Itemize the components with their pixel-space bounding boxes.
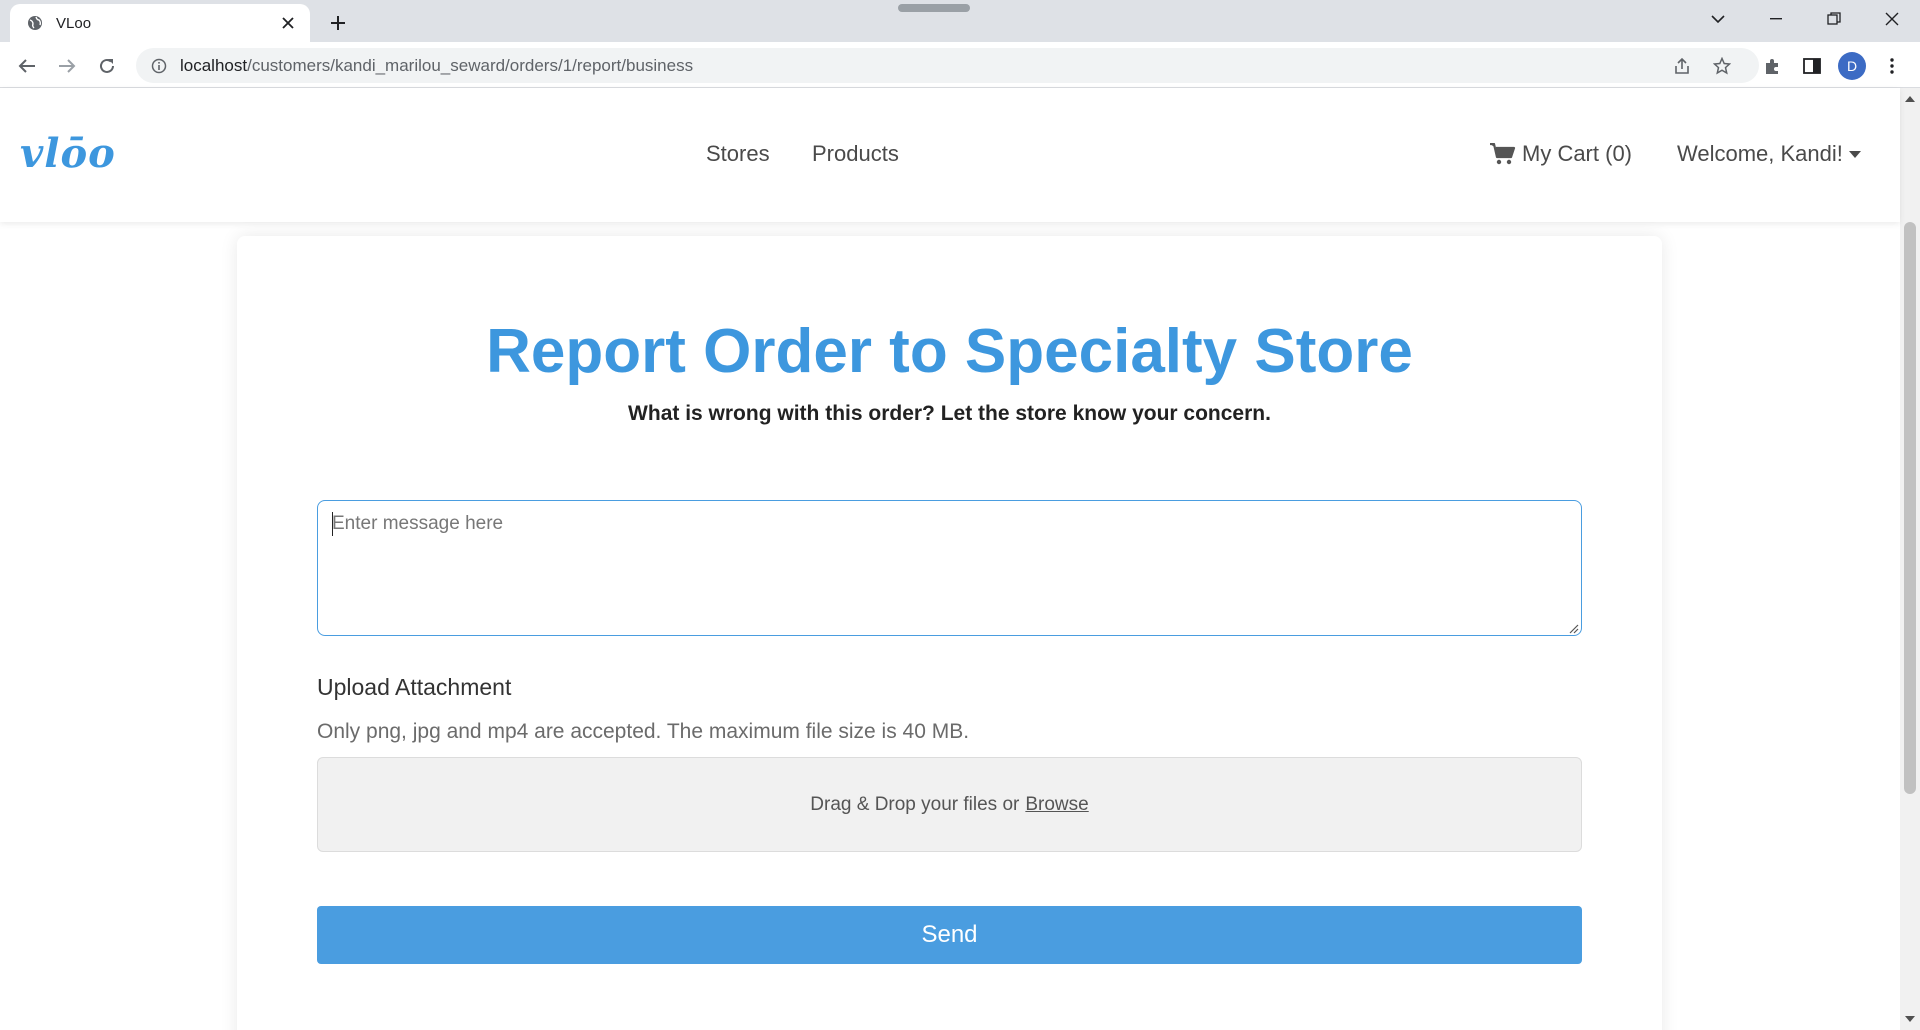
reload-icon[interactable] xyxy=(90,49,124,83)
tab-title: VLoo xyxy=(56,14,92,32)
my-cart-link[interactable]: My Cart (0) xyxy=(1490,141,1632,167)
browse-link[interactable]: Browse xyxy=(1025,794,1088,816)
close-window-icon[interactable] xyxy=(1872,4,1912,34)
resize-grip-icon[interactable] xyxy=(1567,622,1579,634)
site-info-icon[interactable] xyxy=(150,57,168,75)
text-cursor xyxy=(332,512,333,536)
scroll-down-arrow-icon[interactable] xyxy=(1905,1016,1915,1022)
page-title: Report Order to Specialty Store xyxy=(486,317,1413,386)
browser-tab-bar: VLoo xyxy=(0,0,1920,42)
report-card: Report Order to Specialty Store What is … xyxy=(237,236,1662,1030)
extensions-icon[interactable] xyxy=(1755,49,1789,83)
page-scrollbar[interactable] xyxy=(1900,88,1920,1030)
nav-stores[interactable]: Stores xyxy=(706,141,770,167)
file-dropzone[interactable]: Drag & Drop your files or Browse xyxy=(317,757,1582,852)
forward-icon[interactable] xyxy=(50,49,84,83)
side-panel-icon[interactable] xyxy=(1795,49,1829,83)
caret-down-icon xyxy=(1848,150,1861,158)
minimize-icon[interactable] xyxy=(1756,4,1796,34)
send-button[interactable]: Send xyxy=(317,906,1582,964)
scroll-up-arrow-icon[interactable] xyxy=(1905,96,1915,102)
welcome-label: Welcome, Kandi! xyxy=(1677,141,1843,166)
menu-kebab-icon[interactable] xyxy=(1875,49,1909,83)
browser-toolbar: localhost/customers/kandi_marilou_seward… xyxy=(0,42,1920,88)
address-bar[interactable]: localhost/customers/kandi_marilou_seward… xyxy=(136,48,1759,83)
message-textarea[interactable] xyxy=(317,500,1582,636)
upload-hint: Only png, jpg and mp4 are accepted. The … xyxy=(317,720,970,743)
back-icon[interactable] xyxy=(10,49,44,83)
share-icon[interactable] xyxy=(1665,49,1699,83)
restore-icon[interactable] xyxy=(1814,4,1854,34)
close-tab-icon[interactable] xyxy=(278,13,298,33)
shopping-cart-icon xyxy=(1490,142,1516,166)
bookmark-star-icon[interactable] xyxy=(1705,49,1739,83)
dropzone-text: Drag & Drop your files or xyxy=(810,793,1020,815)
user-menu-dropdown[interactable]: Welcome, Kandi! xyxy=(1677,141,1861,167)
nav-products[interactable]: Products xyxy=(812,141,899,167)
tab-search-icon[interactable] xyxy=(1698,4,1738,34)
browser-tab[interactable]: VLoo xyxy=(10,4,310,42)
cart-label: My Cart (0) xyxy=(1522,141,1632,166)
vloo-logo[interactable]: vlōo xyxy=(20,130,116,177)
upload-attachment-label: Upload Attachment xyxy=(317,674,512,700)
url-text: localhost/customers/kandi_marilou_seward… xyxy=(180,55,694,75)
profile-avatar[interactable]: D xyxy=(1838,52,1866,80)
scrollbar-thumb[interactable] xyxy=(1904,222,1916,794)
page-subtitle: What is wrong with this order? Let the s… xyxy=(628,402,1271,425)
new-tab-button[interactable] xyxy=(324,9,352,37)
globe-icon xyxy=(26,14,44,32)
site-header: vlōo Stores Products My Cart (0) Welcome… xyxy=(0,88,1900,222)
window-drag-handle[interactable] xyxy=(898,4,970,12)
